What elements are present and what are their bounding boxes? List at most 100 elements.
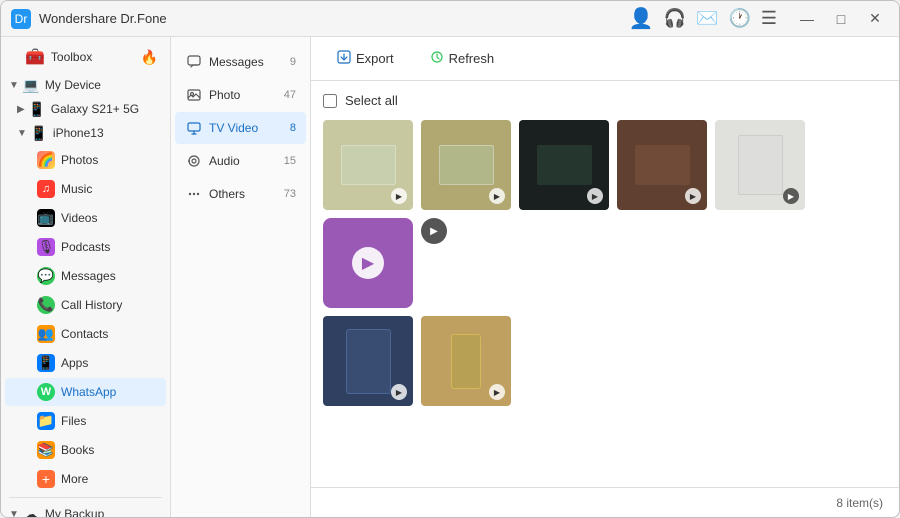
sidebar-item-toolbox[interactable]: 🧰 Toolbox 🔥 — [5, 42, 166, 72]
messages-sp-label: Messages — [209, 55, 290, 69]
sidebar-item-music[interactable]: ♫ Music — [5, 175, 166, 203]
select-all-checkbox[interactable] — [323, 94, 337, 108]
toolbox-label: Toolbox — [51, 50, 92, 64]
titlebar: Dr Wondershare Dr.Fone 👤 🎧 ✉️ 🕐 ☰ — □ ✕ — [1, 1, 899, 37]
messages-sp-count: 9 — [290, 56, 296, 68]
profile-icon[interactable]: 👤 — [629, 6, 654, 31]
video-grid: ▶ ▶ ▶ — [323, 120, 887, 308]
sidebar-section-my-backup[interactable]: ▼ ☁ My Backup — [1, 502, 170, 517]
video-thumbnail-6[interactable]: ▶ — [323, 316, 413, 406]
whatsapp-label: WhatsApp — [61, 385, 158, 399]
main-content: 🧰 Toolbox 🔥 ▼ 💻 My Device ▶ 📱 Galaxy S21… — [1, 37, 899, 517]
sidebar-item-whatsapp[interactable]: W WhatsApp — [5, 378, 166, 406]
minimize-button[interactable]: — — [793, 5, 821, 33]
messages-label: Messages — [61, 269, 158, 283]
photo-sp-count: 47 — [284, 89, 296, 101]
sidebar-section-my-device[interactable]: ▼ 💻 My Device — [1, 73, 170, 97]
play-button-7[interactable]: ▶ — [489, 384, 505, 400]
export-icon — [337, 50, 351, 67]
play-button-5[interactable]: ▶ — [783, 188, 799, 204]
window-controls: — □ ✕ — [793, 5, 889, 33]
refresh-icon — [430, 50, 444, 67]
sidebar-item-more[interactable]: + More — [5, 465, 166, 493]
video-thumbnail-1[interactable]: ▶ — [323, 120, 413, 210]
play-button-gray: ▶ — [430, 226, 438, 237]
sidebar-item-files[interactable]: 📁 Files — [5, 407, 166, 435]
audio-sp-label: Audio — [209, 154, 284, 168]
sub-panel-item-photo[interactable]: Photo 47 — [175, 79, 306, 111]
call-history-label: Call History — [61, 298, 158, 312]
play-button-3[interactable]: ▶ — [587, 188, 603, 204]
app-icon: Dr — [11, 9, 31, 29]
content-footer: 8 item(s) — [311, 487, 899, 517]
photos-label: Photos — [61, 153, 158, 167]
play-button-2[interactable]: ▶ — [489, 188, 505, 204]
videos-label: Videos — [61, 211, 158, 225]
sidebar-item-videos[interactable]: 📺 Videos — [5, 204, 166, 232]
content-area: Export Refresh Select all — [311, 37, 899, 517]
sub-panel-item-messages[interactable]: Messages 9 — [175, 46, 306, 78]
history-icon[interactable]: 🕐 — [728, 8, 750, 29]
podcasts-label: Podcasts — [61, 240, 158, 254]
video-thumbnail-2[interactable]: ▶ — [421, 120, 511, 210]
close-button[interactable]: ✕ — [861, 5, 889, 33]
refresh-label: Refresh — [449, 51, 495, 66]
apps-label: Apps — [61, 356, 158, 370]
others-sp-count: 73 — [284, 188, 296, 200]
export-label: Export — [356, 51, 394, 66]
sidebar-item-podcasts[interactable]: 🎙 Podcasts — [5, 233, 166, 261]
my-device-label: My Device — [45, 78, 101, 92]
maximize-button[interactable]: □ — [827, 5, 855, 33]
sidebar-item-photos[interactable]: 🌈 Photos — [5, 146, 166, 174]
iphone13-label: iPhone13 — [53, 126, 104, 140]
sub-panel-item-audio[interactable]: Audio 15 — [175, 145, 306, 177]
select-all-row: Select all — [323, 93, 887, 108]
video-thumbnail-7[interactable]: ▶ — [421, 316, 511, 406]
others-sp-icon — [185, 185, 203, 203]
app-window: Dr Wondershare Dr.Fone 👤 🎧 ✉️ 🕐 ☰ — □ ✕ … — [0, 0, 900, 518]
music-label: Music — [61, 182, 158, 196]
tv-video-sp-count: 8 — [290, 122, 296, 134]
select-all-label[interactable]: Select all — [345, 93, 398, 108]
sidebar-item-messages[interactable]: 💬 Messages — [5, 262, 166, 290]
messages-sp-icon — [185, 53, 203, 71]
video-thumbnail-5[interactable]: ▶ — [715, 120, 805, 210]
sidebar: 🧰 Toolbox 🔥 ▼ 💻 My Device ▶ 📱 Galaxy S21… — [1, 37, 171, 517]
mail-icon[interactable]: ✉️ — [696, 8, 718, 29]
menu-icon[interactable]: ☰ — [761, 8, 777, 29]
video-grid-row2: ▶ ▶ — [323, 316, 887, 406]
refresh-button[interactable]: Refresh — [420, 45, 505, 72]
tv-video-sp-icon — [185, 119, 203, 137]
export-button[interactable]: Export — [327, 45, 404, 72]
audio-sp-count: 15 — [284, 155, 296, 167]
play-icon-placeholder: ▶ — [352, 247, 384, 279]
books-label: Books — [61, 443, 158, 457]
sidebar-item-books[interactable]: 📚 Books — [5, 436, 166, 464]
photo-sp-icon — [185, 86, 203, 104]
video-thumbnail-gray[interactable]: ▶ — [421, 218, 447, 244]
sidebar-item-contacts[interactable]: 👥 Contacts — [5, 320, 166, 348]
play-button-4[interactable]: ▶ — [685, 188, 701, 204]
video-thumbnail-3[interactable]: ▶ — [519, 120, 609, 210]
tv-video-sp-label: TV Video — [209, 121, 290, 135]
video-thumbnail-4[interactable]: ▶ — [617, 120, 707, 210]
sidebar-item-iphone13[interactable]: ▼ 📱 iPhone13 — [1, 121, 170, 145]
app-title: Wondershare Dr.Fone — [39, 11, 621, 26]
sub-panel-item-tv-video[interactable]: TV Video 8 — [175, 112, 306, 144]
headset-icon[interactable]: 🎧 — [664, 8, 686, 29]
contacts-label: Contacts — [61, 327, 158, 341]
sidebar-item-apps[interactable]: 📱 Apps — [5, 349, 166, 377]
sidebar-item-call-history[interactable]: 📞 Call History — [5, 291, 166, 319]
others-sp-label: Others — [209, 187, 284, 201]
photo-sp-label: Photo — [209, 88, 284, 102]
content-toolbar: Export Refresh — [311, 37, 899, 81]
sub-panel-item-others[interactable]: Others 73 — [175, 178, 306, 210]
galaxy-label: Galaxy S21+ 5G — [51, 102, 139, 116]
video-thumbnail-placeholder[interactable]: ▶ — [323, 218, 413, 308]
sidebar-item-galaxy[interactable]: ▶ 📱 Galaxy S21+ 5G — [1, 97, 170, 121]
more-label: More — [61, 472, 158, 486]
play-button-1[interactable]: ▶ — [391, 188, 407, 204]
content-body: Select all ▶ ▶ — [311, 81, 899, 487]
play-button-6[interactable]: ▶ — [391, 384, 407, 400]
files-label: Files — [61, 414, 158, 428]
